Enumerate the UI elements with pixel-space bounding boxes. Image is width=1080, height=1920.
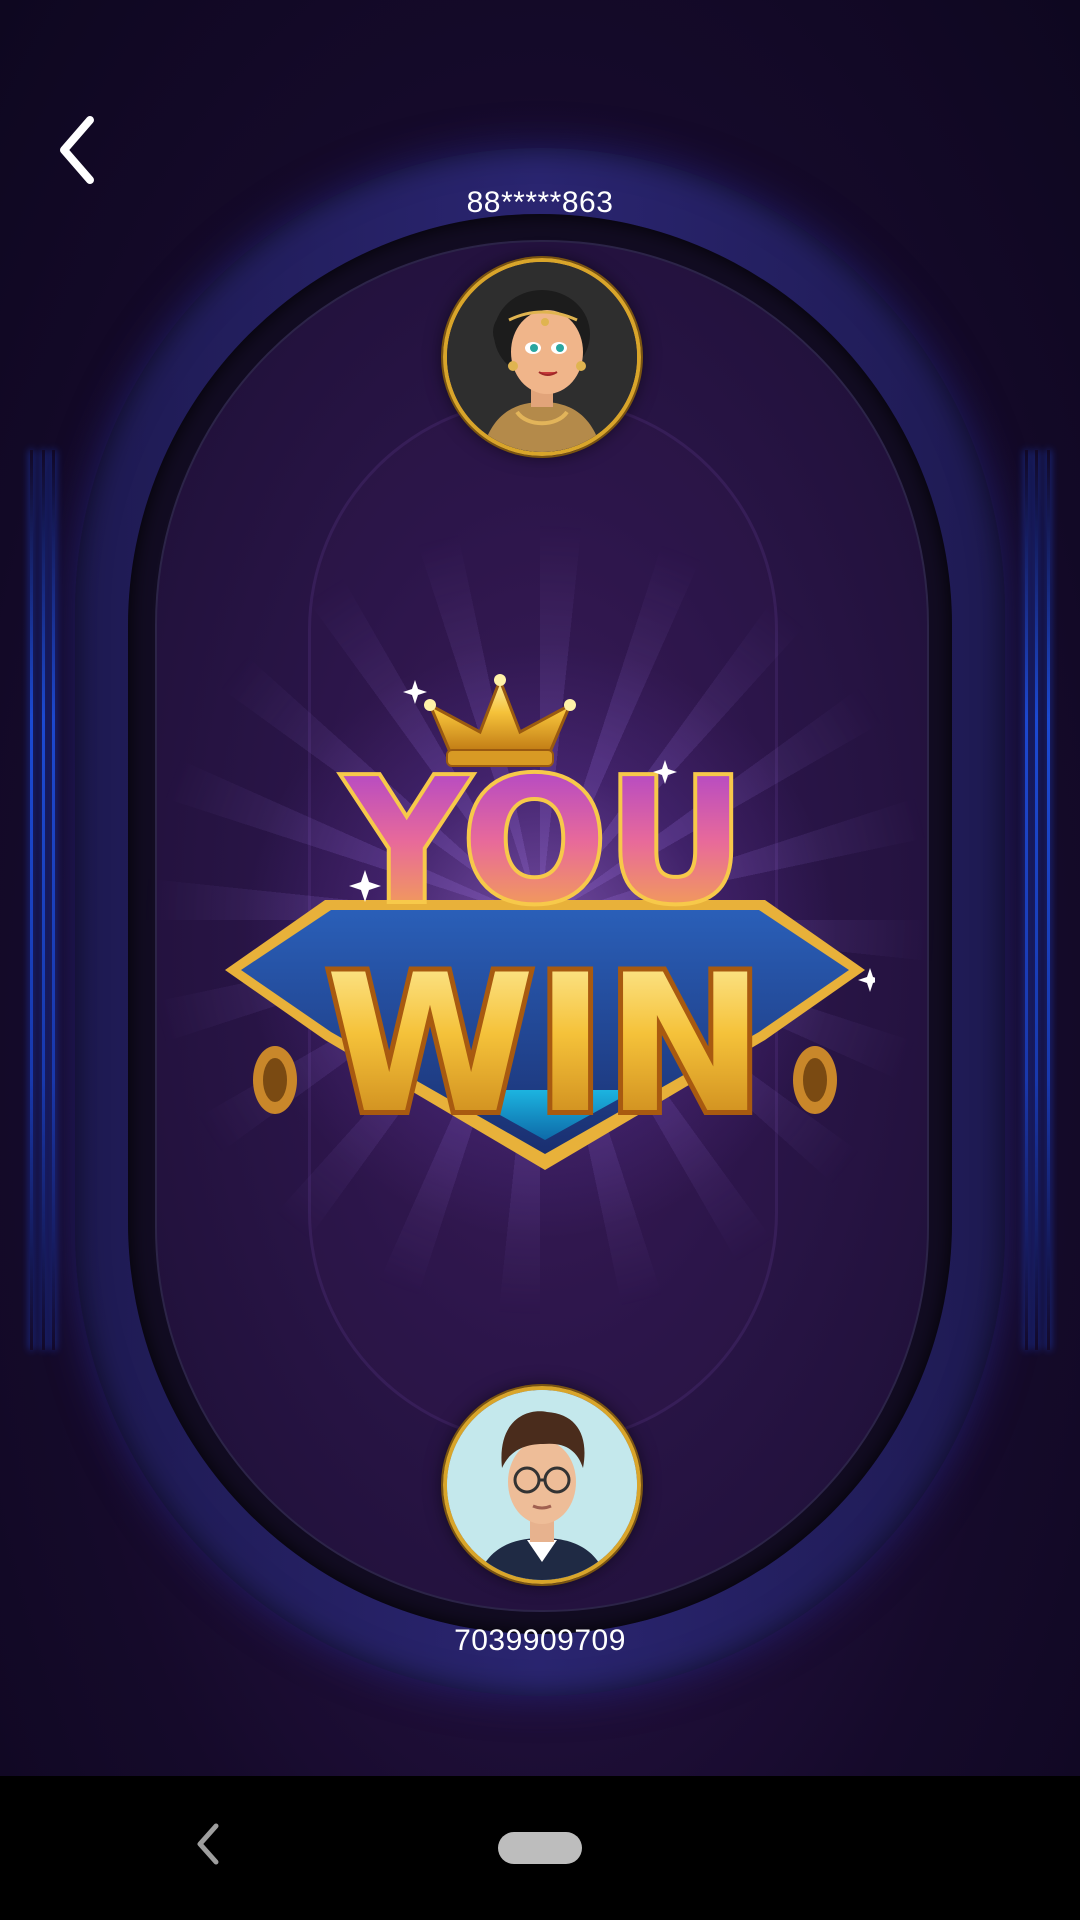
self-avatar[interactable] <box>443 1386 641 1584</box>
back-button[interactable] <box>50 110 110 190</box>
self-name: 7039909709 <box>454 1624 626 1657</box>
left-glow-lines <box>30 450 70 1350</box>
right-glow-lines <box>1010 450 1050 1350</box>
female-character-avatar-icon <box>447 262 637 452</box>
result-line-win: WIN <box>325 934 764 1155</box>
nav-back-button[interactable] <box>190 1816 226 1872</box>
male-character-avatar-icon <box>447 1390 637 1580</box>
nav-home-pill[interactable] <box>498 1832 582 1864</box>
nav-back-icon <box>197 1823 219 1865</box>
system-nav-bar <box>0 1776 1080 1920</box>
opponent-name: 88*****863 <box>466 186 614 219</box>
chevron-left-icon <box>60 116 94 184</box>
you-win-logo: YOU WIN <box>215 670 882 1190</box>
opponent-avatar[interactable] <box>443 258 641 456</box>
result-line-you: YOU <box>343 743 745 941</box>
game-result-screen: 88*****863 YOU WIN 7039909709 <box>0 0 1080 1920</box>
